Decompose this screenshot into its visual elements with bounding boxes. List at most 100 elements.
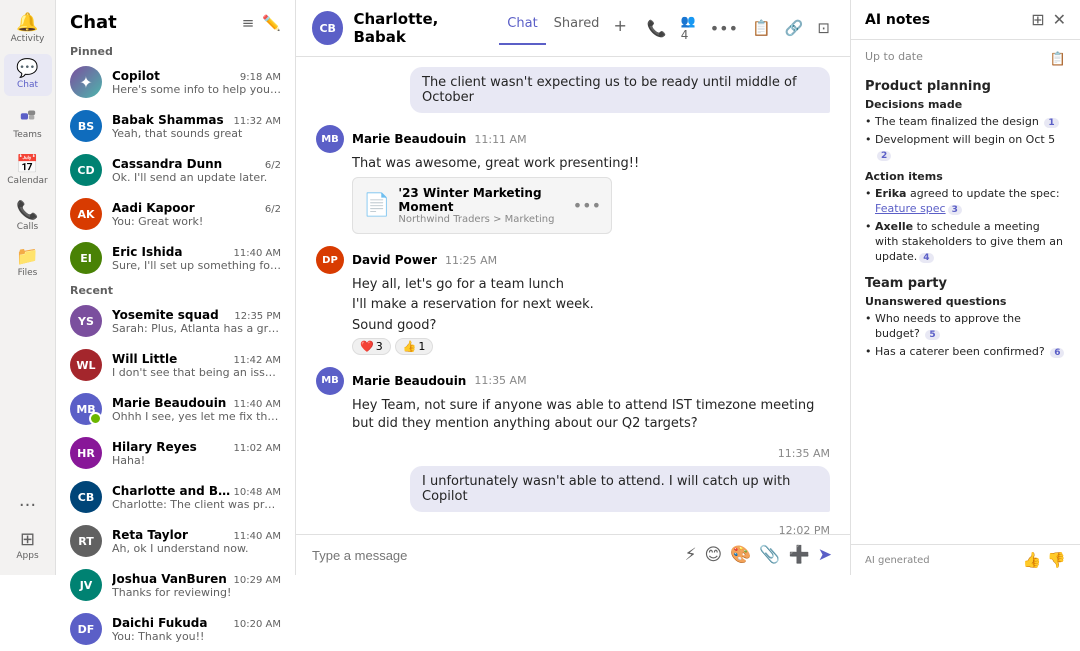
msg-avatar-marie: MB [316, 125, 344, 153]
file-name: '23 Winter Marketing Moment [398, 186, 564, 214]
filter-icon[interactable]: ≡ [242, 14, 255, 32]
nav-item-calls[interactable]: 📞 Calls [4, 196, 52, 238]
reaction-thumbsup[interactable]: 👍1 [395, 338, 434, 355]
chat-item-marie[interactable]: MB Marie Beaudouin 11:40 AM Ohhh I see, … [56, 387, 295, 431]
more-actions-icon[interactable]: ➕ [787, 543, 812, 567]
ai-settings-icon[interactable]: ⊞ [1031, 10, 1044, 29]
chat-item-copilot[interactable]: ✦ Copilot 9:18 AM Here's some info to he… [56, 60, 295, 104]
thumbs-down-icon[interactable]: 👎 [1047, 551, 1066, 569]
ai-subsection-unanswered: Unanswered questions [865, 295, 1066, 308]
more-button[interactable]: ••• [706, 15, 742, 42]
chat-name-yosemite: Yosemite squad [112, 308, 219, 322]
reaction-heart[interactable]: ❤️3 [352, 338, 391, 355]
chat-item-joshua[interactable]: JV Joshua VanBuren 10:29 AM Thanks for r… [56, 563, 295, 607]
compose-icon[interactable]: ✏️ [262, 14, 281, 32]
chat-item-yosemite[interactable]: YS Yosemite squad 12:35 PM Sarah: Plus, … [56, 299, 295, 343]
chat-preview-yosemite: Sarah: Plus, Atlanta has a growing tech … [112, 322, 281, 335]
avatar-eric: EI [70, 242, 102, 274]
ai-panel: AI notes ⊞ ✕ Up to date 📋 Product planni… [850, 0, 1080, 575]
avatar-babak: BS [70, 110, 102, 142]
list-item: Who needs to approve the budget? 5 [865, 310, 1066, 343]
ai-badge-2: 2 [877, 151, 891, 161]
call-button[interactable]: 📞 [643, 15, 671, 42]
chat-item-reta[interactable]: RT Reta Taylor 11:40 AM Ah, ok I underst… [56, 519, 295, 563]
chat-header-right: 📞 👥 4 ••• 📋 🔗 ⊡ [643, 10, 834, 46]
input-actions: ⚡ 😊 🎨 📎 ➕ ➤ [683, 543, 834, 567]
chat-list-actions: ≡ ✏️ [242, 14, 281, 32]
chat-name-marie: Marie Beaudouin [112, 396, 226, 410]
chat-item-babak[interactable]: BS Babak Shammas 11:32 AM Yeah, that sou… [56, 104, 295, 148]
ai-panel-header: AI notes ⊞ ✕ [851, 0, 1080, 40]
ai-section-product-planning: Product planning Decisions made The team… [865, 79, 1066, 266]
chat-item-aadi[interactable]: AK Aadi Kapoor 6/2 You: Great work! [56, 192, 295, 236]
message-input[interactable] [312, 548, 675, 563]
chat-item-charlotte-babak[interactable]: CB Charlotte and Babak 10:48 AM Charlott… [56, 475, 295, 519]
ai-subsection-action: Action items [865, 170, 1066, 183]
chat-name-daichi: Daichi Fukuda [112, 616, 207, 630]
share-button[interactable]: 🔗 [781, 15, 808, 41]
ai-badge-4: 4 [919, 253, 933, 263]
recent-label: Recent [56, 280, 295, 299]
chat-name-charlotte-babak: Charlotte and Babak [112, 484, 234, 498]
participants-button[interactable]: 👥 4 [677, 10, 700, 46]
feature-spec-link[interactable]: Feature spec [875, 202, 946, 215]
chat-time-eric: 11:40 AM [234, 248, 281, 259]
reaction-heart-count: 3 [376, 340, 383, 353]
chat-header-tabs: Chat Shared + [499, 12, 633, 45]
msg-time-marie-2: 11:35 AM [474, 374, 526, 387]
nav-item-calendar[interactable]: 📅 Calendar [4, 150, 52, 192]
chat-preview-hilary: Haha! [112, 454, 281, 467]
msg-text-marie-2: Hey Team, not sure if anyone was able to… [352, 397, 830, 433]
thumbs-up-icon[interactable]: 👍 [1023, 551, 1042, 569]
chat-time-reta: 11:40 AM [234, 531, 281, 542]
msg-avatar-marie-2: MB [316, 367, 344, 395]
apps-icon: ⊞ [20, 531, 35, 549]
sticker-icon[interactable]: 🎨 [728, 543, 753, 567]
emoji-icon[interactable]: 😊 [703, 543, 725, 567]
expand-button[interactable]: ⊡ [813, 15, 834, 41]
chat-item-hilary[interactable]: HR Hilary Reyes 11:02 AM Haha! [56, 431, 295, 475]
ai-badge-5: 5 [925, 330, 939, 340]
send-button[interactable]: ➤ [816, 543, 834, 567]
nav-item-files[interactable]: 📁 Files [4, 242, 52, 284]
chat-name-eric: Eric Ishida [112, 245, 182, 259]
nav-item-more[interactable]: ··· [4, 491, 52, 521]
tab-chat[interactable]: Chat [499, 12, 545, 45]
nav-item-activity[interactable]: 🔔 Activity [4, 8, 52, 50]
reactions: ❤️3 👍1 [352, 338, 830, 355]
nav-item-teams[interactable]: Teams [4, 100, 52, 146]
msg-text-david-3: Sound good? [352, 317, 830, 335]
chat-preview-daichi: You: Thank you!! [112, 630, 281, 643]
chat-time-hilary: 11:02 AM [234, 443, 281, 454]
ai-panel-footer: AI generated 👍 👎 [851, 544, 1080, 575]
message-group-david: DP David Power 11:25 AM Hey all, let's g… [316, 246, 830, 355]
nav-item-chat[interactable]: 💬 Chat [4, 54, 52, 96]
main-chat: CB Charlotte, Babak Chat Shared + 📞 👥 4 … [296, 0, 850, 575]
ai-section-title-product: Product planning [865, 79, 1066, 94]
chat-preview-reta: Ah, ok I understand now. [112, 542, 281, 555]
format-icon[interactable]: ⚡ [683, 543, 699, 567]
message-bubble-right-1: The client wasn't expecting us to be rea… [316, 67, 830, 117]
chat-time-joshua: 10:29 AM [234, 575, 281, 586]
chat-item-eric[interactable]: EI Eric Ishida 11:40 AM Sure, I'll set u… [56, 236, 295, 280]
avatar-marie: MB [70, 393, 102, 425]
file-path: Northwind Traders > Marketing [398, 214, 564, 225]
chat-icon: 💬 [16, 60, 38, 78]
copy-icon[interactable]: 📋 [1050, 52, 1066, 67]
chat-time-aadi: 6/2 [265, 204, 281, 215]
msg-sender-marie: Marie Beaudouin [352, 132, 466, 146]
file-more-icon[interactable]: ••• [573, 196, 601, 215]
attach-icon[interactable]: 📎 [757, 543, 782, 567]
ai-close-icon[interactable]: ✕ [1053, 10, 1066, 29]
nav-item-apps[interactable]: ⊞ Apps [4, 525, 52, 567]
chat-item-daichi[interactable]: DF Daichi Fukuda 10:20 AM You: Thank you… [56, 607, 295, 651]
nav-sidebar: 🔔 Activity 💬 Chat Teams 📅 Calendar 📞 Cal… [0, 0, 56, 575]
activity-icon: 🔔 [16, 14, 38, 32]
chat-item-cassandra[interactable]: CD Cassandra Dunn 6/2 Ok. I'll send an u… [56, 148, 295, 192]
chat-item-will[interactable]: WL Will Little 11:42 AM I don't see that… [56, 343, 295, 387]
tab-shared[interactable]: Shared [546, 12, 608, 45]
notes-button[interactable]: 📋 [748, 15, 775, 41]
reaction-thumbsup-count: 1 [418, 340, 425, 353]
tab-add[interactable]: + [607, 12, 632, 45]
file-card[interactable]: 📄 '23 Winter Marketing Moment Northwind … [352, 177, 612, 234]
